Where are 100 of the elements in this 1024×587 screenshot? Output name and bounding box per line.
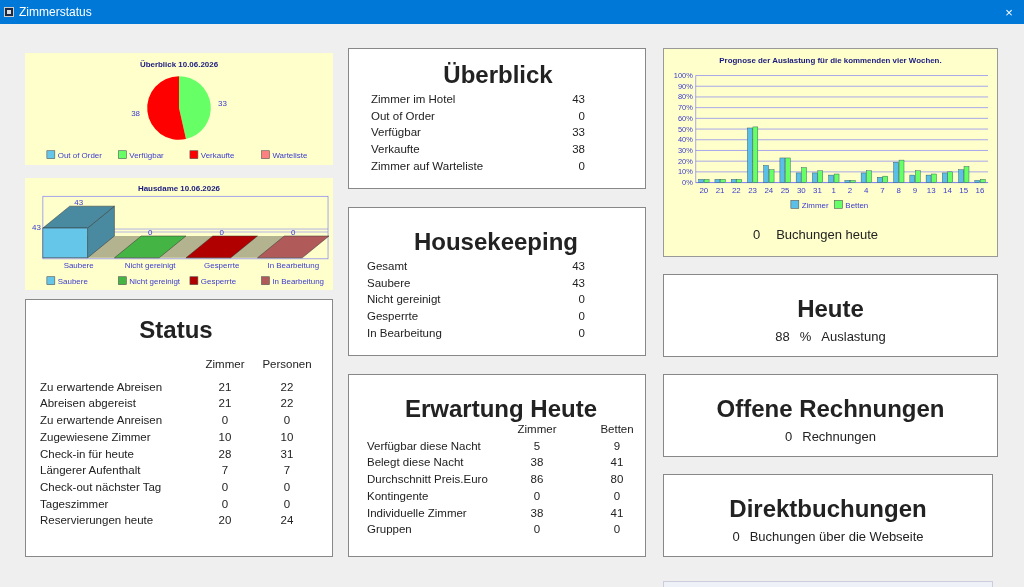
legend-label: Zimmer <box>801 200 829 210</box>
row-label: Verfügbar diese Nacht <box>367 438 482 454</box>
chart-title: Prognose der Auslastung für die kommenden vier Wochen. <box>719 55 942 65</box>
row-label: Verkaufte <box>371 142 420 158</box>
column-header: Zimmer <box>516 422 558 437</box>
row-label: Abreisen abgereist <box>40 396 137 412</box>
row-label: Zimmer im Hotel <box>371 92 456 107</box>
axis-tick-label: 30 <box>796 186 806 196</box>
window-title: Zimmerstatus <box>19 5 93 19</box>
row-value: 0 <box>220 496 230 512</box>
data-label: 43 <box>74 198 84 208</box>
row-value: 22 <box>279 379 295 395</box>
legend-label: Out of Order <box>57 151 102 161</box>
row-label: Kontingente <box>367 488 430 504</box>
axis-tick-label: 1 <box>831 186 836 196</box>
data-label: 33 <box>218 99 227 109</box>
summary-unit: % <box>799 329 812 344</box>
row-value: 0 <box>578 158 585 174</box>
pie-slice <box>179 76 211 140</box>
row-value: 21 <box>217 379 233 395</box>
summary-value: 0 <box>752 227 761 242</box>
row-value: 7 <box>282 463 292 479</box>
axis-tick-label: Nicht gereinigt <box>124 260 176 270</box>
row-value: 24 <box>279 513 295 529</box>
panel-heading: Heute <box>796 295 865 323</box>
row-label: Individuelle Zimmer <box>367 505 468 521</box>
legend-label: Verfügbar <box>129 151 164 161</box>
row-value: 43 <box>572 259 585 274</box>
row-label: Zimmer auf Warteliste <box>371 158 484 174</box>
axis-tick-label: 43 <box>32 223 41 233</box>
panel-heading: Status <box>138 316 214 344</box>
data-label: 0 <box>291 228 296 237</box>
bar <box>42 227 88 259</box>
axis-tick-label: 14 <box>943 186 952 196</box>
axis-tick-label: Saubere <box>63 260 94 270</box>
row-value: 38 <box>572 142 585 158</box>
row-label: Gruppen <box>367 522 413 538</box>
axis-tick-label: 9 <box>912 186 918 196</box>
summary-value: 0 <box>732 529 740 544</box>
row-value: 10 <box>279 429 295 445</box>
axis-tick-label: 8 <box>896 186 901 196</box>
summary-value: 88 <box>775 329 790 344</box>
row-value: 0 <box>220 479 230 495</box>
legend-label: Betten <box>845 200 869 210</box>
data-label: 0 <box>219 228 224 237</box>
row-label: Out of Order <box>371 108 435 124</box>
legend-label: In Bearbeitung <box>272 277 325 287</box>
row-value: 33 <box>572 125 585 141</box>
axis-tick-label: 20 <box>699 186 709 196</box>
panel-heading: Housekeeping <box>412 228 579 256</box>
row-value: 38 <box>529 455 545 471</box>
legend-label: Saubere <box>57 277 88 287</box>
panel-heading: Erwartung Heute <box>404 395 598 423</box>
row-value: 31 <box>279 446 295 462</box>
axis-tick-label: 31 <box>813 186 822 196</box>
row-value: 86 <box>529 472 545 488</box>
row-value: 41 <box>609 455 625 471</box>
summary-value: 0 <box>785 429 793 444</box>
row-value: 0 <box>532 488 542 504</box>
axis-tick-label: 25 <box>780 186 790 196</box>
row-value: 0 <box>282 479 292 495</box>
row-label: Belegt diese Nacht <box>367 455 465 471</box>
axis-tick-label: 23 <box>748 186 757 196</box>
row-value: 22 <box>279 396 295 412</box>
legend-label: Nicht gereinigt <box>129 277 181 287</box>
data-label: 0 <box>148 228 153 237</box>
row-value: 0 <box>220 413 230 429</box>
summary-text: Auslastung <box>821 329 886 344</box>
row-value: 21 <box>217 396 233 412</box>
row-label: Zu erwartende Abreisen <box>40 379 164 395</box>
summary-text: Rechnungen <box>802 429 876 444</box>
row-label: Reservierungen heute <box>40 513 155 529</box>
axis-tick-label: 24 <box>764 186 774 196</box>
pie-slice <box>147 76 186 140</box>
axis-tick-label: 22 <box>731 186 741 196</box>
row-value: 9 <box>612 438 622 454</box>
data-label: 38 <box>131 108 140 118</box>
row-value: 0 <box>282 496 292 512</box>
close-button[interactable]: × <box>994 0 1024 24</box>
row-value: 0 <box>612 488 622 504</box>
row-value: 43 <box>572 92 585 107</box>
row-label: Zu erwartende Anreisen <box>40 413 164 429</box>
row-label: Gesamt <box>367 259 408 274</box>
row-label: Check-in für heute <box>40 446 135 462</box>
row-value: 28 <box>217 446 233 462</box>
summary-text: Buchungen über die Webseite <box>749 529 924 544</box>
row-value: 43 <box>572 275 585 291</box>
row-label: Zugewiesene Zimmer <box>40 429 152 445</box>
column-header: Betten <box>599 422 635 437</box>
axis-tick-label: 21 <box>715 186 725 196</box>
row-label: Längerer Aufenthalt <box>40 463 142 479</box>
axis-tick-label: 4 <box>864 186 869 196</box>
summary-text: Buchungen heute <box>776 227 879 242</box>
row-value: 7 <box>220 463 230 479</box>
row-value: 0 <box>578 292 585 308</box>
row-value: 0 <box>532 522 542 538</box>
app-icon <box>4 7 14 17</box>
row-value: 38 <box>529 505 545 521</box>
row-label: In Bearbeitung <box>367 325 442 341</box>
row-label: Nicht gereinigt <box>367 292 441 308</box>
